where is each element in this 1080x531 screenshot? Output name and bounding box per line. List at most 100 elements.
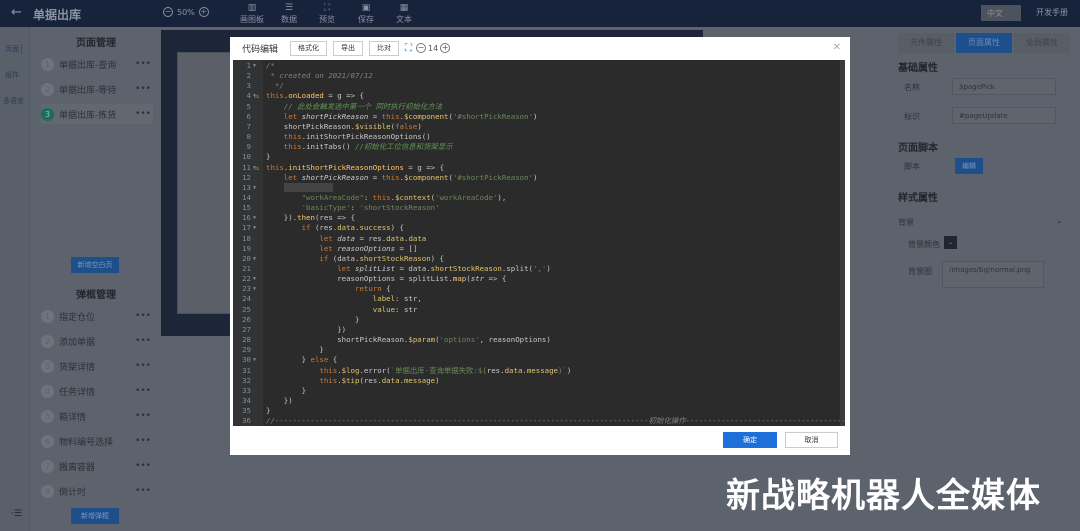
code-text: reasonOptions = splitList.map(str => {	[266, 274, 506, 284]
sidebar.dialogs-item[interactable]: 5 箱详情 •••	[41, 406, 153, 426]
line-number: 16	[242, 213, 251, 223]
more-options-icon[interactable]: •••	[135, 59, 151, 69]
id-input[interactable]: #pageUpdate	[952, 107, 1056, 124]
more-options-icon[interactable]: •••	[135, 461, 151, 471]
code-token: }	[266, 406, 271, 416]
more-options-icon[interactable]: •••	[135, 486, 151, 496]
fullscreen-icon[interactable]: ⛶	[405, 43, 412, 54]
more-options-icon[interactable]: •••	[135, 336, 151, 346]
dev-manual-link[interactable]: 开发手册	[1036, 7, 1068, 18]
fold-arrow-icon[interactable]: ▼	[253, 254, 256, 264]
sidebar.dialogs-item[interactable]: 7 搬离容器 •••	[41, 456, 153, 476]
add-page-button[interactable]: 新增空白页	[71, 257, 119, 273]
back-arrow-icon[interactable]: ←	[11, 5, 22, 20]
sidebar.dialogs-item[interactable]: 4 任务详情 •••	[41, 381, 153, 401]
code-text: "workAreaCode": this.$context('workAreaC…	[266, 192, 507, 203]
font-size-value: 14	[428, 43, 439, 53]
code-line: 28 shortPickReason.$param('options', rea…	[233, 335, 845, 345]
cancel-button[interactable]: 取消	[785, 432, 838, 448]
code-token: .initShortPickReasonOptions()	[301, 132, 431, 142]
line-number: 32	[242, 375, 251, 385]
fold-arrow-icon[interactable]: ▼	[253, 355, 256, 365]
code-token: (data.	[332, 253, 360, 263]
font-increase-icon[interactable]: +	[440, 43, 451, 53]
more-options-icon[interactable]: •••	[135, 84, 151, 94]
zoom-out-icon[interactable]: −	[163, 7, 173, 17]
more-options-icon[interactable]: •••	[135, 109, 151, 119]
add-dialog-button[interactable]: 新增弹框	[71, 508, 119, 524]
sidebar.dialogs-item[interactable]: 2 添加单据 •••	[41, 331, 153, 351]
more-options-icon[interactable]: •••	[135, 311, 151, 321]
language-select[interactable]: 中文	[981, 5, 1021, 21]
item-number: 3	[41, 359, 54, 373]
more-options-icon[interactable]: •••	[135, 436, 151, 446]
code-token: 'shortStockReason'	[359, 203, 440, 213]
code-token: initShortPickReasonOptions	[288, 162, 404, 172]
fold-arrow-icon[interactable]: ▼	[253, 183, 256, 193]
code-token: $param	[408, 335, 436, 345]
more-options-icon[interactable]: •••	[135, 361, 151, 371]
rail-components[interactable]: 组件	[5, 70, 19, 80]
sidebar.dialogs-item[interactable]: 1 指定仓位 •••	[41, 306, 153, 326]
tab-page-props[interactable]: 页面属性	[956, 33, 1012, 53]
close-icon[interactable]: ✕	[833, 42, 841, 53]
background-section[interactable]: 背景	[898, 217, 914, 228]
edit-script-button[interactable]: 编辑	[955, 158, 983, 174]
code-token: )	[546, 264, 551, 273]
code-token: :	[363, 192, 373, 202]
line-number: 28	[242, 335, 251, 345]
code-editor[interactable]: 1 ▼/* 2 * created on 2021/07/12 3 */4 ▼ ⚠ this…	[233, 60, 845, 426]
tool-board[interactable]: ▥ 画图板	[237, 3, 267, 25]
code-token: str	[470, 274, 485, 284]
fold-arrow-icon[interactable]: ▼	[253, 61, 256, 71]
tool-text[interactable]: ▦ 文本	[389, 3, 419, 25]
bg-image-input[interactable]: /images/bg/normal.png	[942, 261, 1044, 288]
fold-arrow-icon[interactable]: ▼	[253, 223, 256, 233]
code-token: .initTabs()	[301, 142, 356, 152]
code-token: shortPickReason	[301, 111, 369, 121]
sidebar: 页面管理 新增空白页 弹框管理 新增弹框 1 单据出库-查询 ••• 2 单据出库-等待…	[31, 27, 161, 531]
code-text: }	[266, 152, 270, 162]
tool-save[interactable]: ▣ 保存	[351, 3, 381, 25]
fold-arrow-icon[interactable]: ▼	[253, 284, 256, 294]
fold-arrow-icon[interactable]: ▼	[253, 274, 256, 284]
rail-pages[interactable]: 页面	[5, 44, 22, 54]
zoom-in-icon[interactable]: +	[198, 7, 209, 17]
name-input[interactable]: $pagePick	[952, 78, 1056, 95]
fold-arrow-icon[interactable]: ▼	[253, 213, 256, 223]
line-number: 2	[246, 71, 251, 81]
code-line: 9 this.initTabs() //初始化工位信息和货架显示	[233, 142, 845, 152]
code-line: 27 })	[233, 325, 845, 335]
sidebar.dialogs-item[interactable]: 8 倒计时 •••	[41, 481, 153, 501]
chevron-down-icon[interactable]: ⌄	[1056, 216, 1063, 225]
rail-languages[interactable]: 多语言	[3, 96, 24, 106]
compare-button[interactable]: 比对	[369, 40, 400, 56]
sidebar.pages-item[interactable]: 2 单据出库-等待 •••	[41, 79, 153, 99]
tab-global-props[interactable]: 全局属性	[1014, 33, 1070, 53]
code-line: 35}	[233, 406, 845, 416]
more-options-icon[interactable]: •••	[135, 386, 151, 396]
code-token: }	[266, 314, 360, 324]
bg-color-picker[interactable]: ⌄	[944, 236, 957, 249]
code-token: this	[266, 142, 302, 152]
sidebar.dialogs-item[interactable]: 6 物料编号选择 •••	[41, 431, 153, 451]
line-number: 31	[242, 365, 251, 375]
sidebar.dialogs-item[interactable]: 3 货架详情 •••	[41, 356, 153, 376]
format-button[interactable]: 格式化	[290, 40, 328, 56]
code-token: if	[266, 253, 333, 263]
confirm-button[interactable]: 确定	[723, 432, 777, 448]
line-number: 20	[242, 253, 251, 263]
item-number: 2	[41, 82, 54, 96]
menu-list-icon[interactable]: ·☰	[11, 509, 22, 519]
sidebar.pages-item[interactable]: 3 单据出库-拣货 •••	[41, 104, 153, 124]
sidebar.pages-item[interactable]: 1 单据出库-查询 •••	[41, 54, 153, 74]
more-options-icon[interactable]: •••	[135, 411, 151, 421]
code-text: this.initShortPickReasonOptions()	[266, 132, 431, 142]
code-line: 19 let reasonOptions = []	[233, 244, 845, 254]
font-decrease-icon[interactable]: −	[416, 43, 427, 53]
tab-element-props[interactable]: 元件属性	[898, 33, 954, 53]
tool-preview[interactable]: ⛶ 预览	[312, 3, 342, 25]
tool-data[interactable]: ☰ 数据	[274, 3, 304, 25]
export-button[interactable]: 导出	[333, 40, 364, 56]
